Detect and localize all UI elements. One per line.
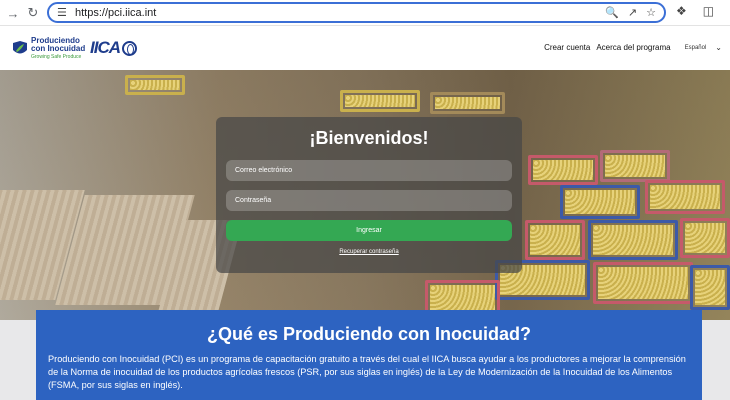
zoom-icon[interactable]: 🔍 xyxy=(605,6,619,19)
create-account-link[interactable]: Crear cuenta xyxy=(544,43,590,52)
site-header: Produciendo con Inocuidad Growing Safe P… xyxy=(0,27,730,69)
chevron-down-icon[interactable]: ⌄ xyxy=(715,43,722,52)
welcome-title: ¡Bienvenidos! xyxy=(309,128,429,148)
about-program-link[interactable]: Acerca del programa xyxy=(596,43,670,52)
language-select[interactable]: Español xyxy=(685,45,707,51)
pci-logo[interactable]: Produciendo con Inocuidad Growing Safe P… xyxy=(12,37,85,61)
produce-crate xyxy=(593,262,693,304)
produce-crate xyxy=(525,220,585,260)
iica-logo[interactable]: IICA xyxy=(90,38,137,58)
program-info-body: Produciendo con Inocuidad (PCI) es un pr… xyxy=(48,354,686,390)
login-panel: ¡Bienvenidos! Correo electrónico Contras… xyxy=(216,117,522,273)
logo-line-2: con Inocuidad xyxy=(31,44,86,53)
produce-crate xyxy=(680,218,730,258)
program-info-title: ¿Qué es Produciendo con Inocuidad? xyxy=(206,324,532,344)
side-strip-right xyxy=(702,320,730,400)
produce-crate xyxy=(528,155,598,185)
iica-logo-text: IICA xyxy=(90,38,121,57)
produce-crate xyxy=(560,185,640,219)
recover-password-link[interactable]: Recuperar contraseña xyxy=(216,249,522,255)
program-info-section: ¿Qué es Produciendo con Inocuidad? Produ… xyxy=(36,310,702,400)
password-field[interactable]: Contraseña xyxy=(226,190,512,211)
produce-crate xyxy=(645,180,725,214)
url-text: https://pci.iica.int xyxy=(75,6,157,19)
produce-crate xyxy=(600,150,670,182)
produce-crate xyxy=(690,265,730,310)
produce-crate xyxy=(588,220,678,260)
share-icon[interactable]: ↗ xyxy=(628,6,637,19)
back-arrow-icon[interactable]: → xyxy=(2,2,24,24)
top-nav: Crear cuenta Acerca del programa Español… xyxy=(538,43,722,52)
produce-crate xyxy=(125,75,185,95)
pci-logo-icon xyxy=(12,40,28,58)
email-field[interactable]: Correo electrónico xyxy=(226,160,512,181)
produce-crate xyxy=(340,90,420,112)
produce-crate xyxy=(430,92,505,114)
globe-icon xyxy=(122,40,137,56)
extensions-icon[interactable]: ❖ xyxy=(676,4,687,18)
side-strip-left xyxy=(0,320,36,400)
sidebar-icon[interactable]: ◫ xyxy=(703,4,714,18)
site-settings-icon[interactable]: ☰ xyxy=(57,6,73,19)
browser-toolbar: → ↻ ☰ https://pci.iica.int 🔍 ↗ ☆ ❖ ◫ xyxy=(0,0,730,26)
reload-icon[interactable]: ↻ xyxy=(22,2,44,24)
logo-tagline: Growing Safe Produce xyxy=(31,54,82,60)
login-button[interactable]: Ingresar xyxy=(226,220,512,241)
address-bar[interactable]: ☰ https://pci.iica.int 🔍 ↗ ☆ xyxy=(47,2,666,23)
bookmark-star-icon[interactable]: ☆ xyxy=(646,6,656,19)
